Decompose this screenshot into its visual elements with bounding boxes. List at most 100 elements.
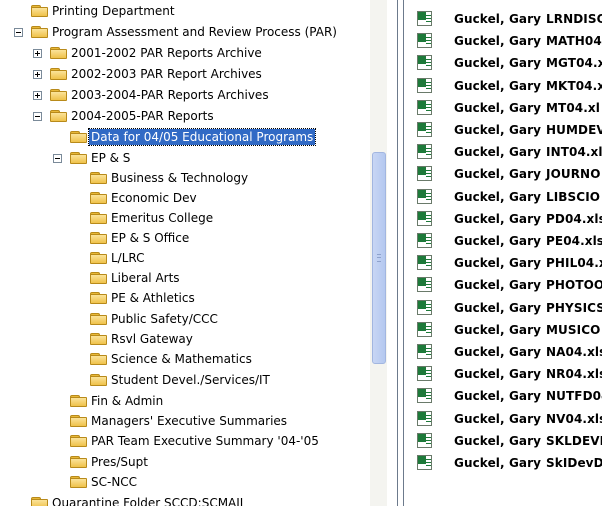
file-row[interactable]: Guckel, Gary LRNDISO [387, 8, 602, 30]
file-row[interactable]: Guckel, Gary NR04.xls [387, 363, 602, 385]
tree-item-par[interactable]: Program Assessment and Review Process (P… [0, 23, 370, 41]
file-name-part: HUMDEV [546, 123, 602, 137]
excel-file-icon [417, 166, 432, 182]
file-name: Guckel, Gary [454, 322, 542, 337]
file-name: Guckel, Gary [454, 234, 542, 248]
tree-item-label: Liberal Arts [111, 271, 180, 285]
tree-item-fin-admin[interactable]: Fin & Admin [0, 392, 370, 410]
file-row[interactable]: Guckel, Gary MKT04.x [387, 75, 602, 97]
expand-icon[interactable] [33, 70, 42, 79]
file-row[interactable]: Guckel, Gary MATH04 [387, 30, 602, 52]
file-row[interactable]: Guckel, Gary PHOTOO [387, 274, 602, 296]
folder-icon [90, 192, 107, 204]
file-name-part: LRNDISO [546, 12, 602, 26]
excel-file-icon [417, 388, 432, 404]
tree-item-rsvl-gateway[interactable]: Rsvl Gateway [0, 330, 370, 348]
excel-file-icon [417, 99, 432, 115]
file-name: Guckel, Gary [454, 411, 542, 426]
file-name-part: PD04.xls [546, 211, 602, 226]
file-row[interactable]: Guckel, Gary PE04.xls [387, 230, 602, 252]
file-name: Guckel, Gary [454, 189, 542, 204]
folder-icon [70, 415, 87, 427]
tree-item-student-devel[interactable]: Student Devel./Services/IT [0, 371, 370, 389]
folder-icon [90, 333, 107, 345]
folder-icon [31, 5, 48, 17]
file-row[interactable]: Guckel, Gary NV04.xls [387, 408, 602, 430]
file-row[interactable]: Guckel, Gary NUTFD04 [387, 385, 602, 407]
tree-item-label: EP & S [91, 151, 131, 165]
file-row[interactable]: Guckel, Gary PD04.xls [387, 208, 602, 230]
tree-item-eps[interactable]: EP & S [0, 149, 370, 167]
tree-item-2001-2002[interactable]: 2001-2002 PAR Reports Archive [0, 44, 370, 62]
excel-file-icon [417, 11, 432, 26]
tree-item-business-technology[interactable]: Business & Technology [0, 169, 370, 187]
tree-item-public-safety[interactable]: Public Safety/CCC [0, 310, 370, 328]
file-row[interactable]: Guckel, Gary PHIL04.x [387, 252, 602, 274]
file-row[interactable]: Guckel, Gary SKLDEVN [387, 430, 602, 452]
file-row[interactable]: Guckel, Gary HUMDEV [387, 119, 602, 141]
tree-item-eps-office[interactable]: EP & S Office [0, 229, 370, 247]
excel-file-icon [417, 210, 432, 226]
column-divider [403, 0, 404, 506]
tree-item-2004-2005[interactable]: 2004-2005-PAR Reports [0, 107, 370, 125]
collapse-icon[interactable] [33, 112, 42, 121]
excel-file-icon [417, 122, 432, 137]
tree-item-label: 2002-2003 PAR Report Archives [71, 67, 262, 81]
file-row[interactable]: Guckel, Gary JOURNO [387, 163, 602, 185]
folder-tree: Printing Department Program Assessment a… [0, 0, 370, 506]
tree-item-sc-ncc[interactable]: SC-NCC [0, 473, 370, 491]
file-row[interactable]: Guckel, Gary SkIDevD [387, 452, 602, 474]
tree-item-science-math[interactable]: Science & Mathematics [0, 350, 370, 368]
excel-file-icon [417, 188, 432, 204]
tree-item-economic-dev[interactable]: Economic Dev [0, 189, 370, 207]
tree-item-label: Economic Dev [111, 191, 197, 205]
tree-item-par-team-summary[interactable]: PAR Team Executive Summary '04-'05 [0, 432, 370, 450]
tree-item-quarantine[interactable]: Quarantine Folder SCCD;SCMAIL [0, 494, 370, 506]
file-name: Guckel, Gary [454, 278, 542, 293]
excel-file-icon [417, 77, 432, 93]
folder-icon [50, 89, 67, 101]
file-row[interactable]: Guckel, Gary MT04.xl [387, 97, 602, 119]
excel-file-icon [417, 144, 432, 160]
tree-item-managers-summaries[interactable]: Managers' Executive Summaries [0, 412, 370, 430]
folder-icon [50, 110, 67, 122]
file-row[interactable]: Guckel, Gary LIBSCIO [387, 186, 602, 208]
tree-item-liberal-arts[interactable]: Liberal Arts [0, 269, 370, 287]
file-name-part: JOURNO [546, 167, 601, 182]
tree-item-label: 2003-2004-PAR Reports Archives [71, 88, 269, 102]
tree-item-emeritus-college[interactable]: Emeritus College [0, 209, 370, 227]
tree-item-pe-athletics[interactable]: PE & Athletics [0, 289, 370, 307]
excel-file-icon [417, 299, 432, 315]
file-row[interactable]: Guckel, Gary NA04.xls [387, 341, 602, 363]
file-row[interactable]: Guckel, Gary MUSICO [387, 319, 602, 341]
folder-icon [90, 232, 107, 244]
tree-item-2002-2003[interactable]: 2002-2003 PAR Report Archives [0, 65, 370, 83]
collapse-icon[interactable] [53, 154, 62, 163]
tree-item-pres-supt[interactable]: Pres/Supt [0, 453, 370, 471]
file-row[interactable]: Guckel, Gary PHYSICS [387, 297, 602, 319]
tree-item-printing-department[interactable]: Printing Department [0, 2, 370, 20]
folder-icon [31, 26, 48, 38]
expand-icon[interactable] [33, 49, 42, 58]
file-name: Guckel, Gary [454, 345, 542, 359]
excel-file-icon [417, 344, 432, 359]
file-name: Guckel, Gary [454, 389, 542, 404]
expand-icon[interactable] [33, 91, 42, 100]
folder-icon [50, 47, 67, 59]
file-row[interactable]: Guckel, Gary MGT04.x [387, 52, 602, 74]
collapse-icon[interactable] [14, 28, 23, 37]
file-row[interactable]: Guckel, Gary INT04.xl [387, 141, 602, 163]
file-name: Guckel, Gary [454, 56, 542, 71]
folder-icon [50, 68, 67, 80]
tree-item-data-0405[interactable]: Data for 04/05 Educational Programs [0, 128, 370, 146]
tree-item-label: Emeritus College [111, 211, 214, 225]
folder-icon [70, 435, 87, 447]
tree-item-label: Pres/Supt [91, 455, 148, 469]
file-name-part: NV04.xls [546, 411, 602, 426]
excel-file-icon [417, 277, 432, 293]
file-name-part: NUTFD04 [546, 389, 602, 404]
file-name-part: NA04.xls [546, 345, 602, 359]
tree-item-2003-2004[interactable]: 2003-2004-PAR Reports Archives [0, 86, 370, 104]
file-name: Guckel, Gary [454, 12, 542, 26]
tree-item-llrc[interactable]: L/LRC [0, 249, 370, 267]
